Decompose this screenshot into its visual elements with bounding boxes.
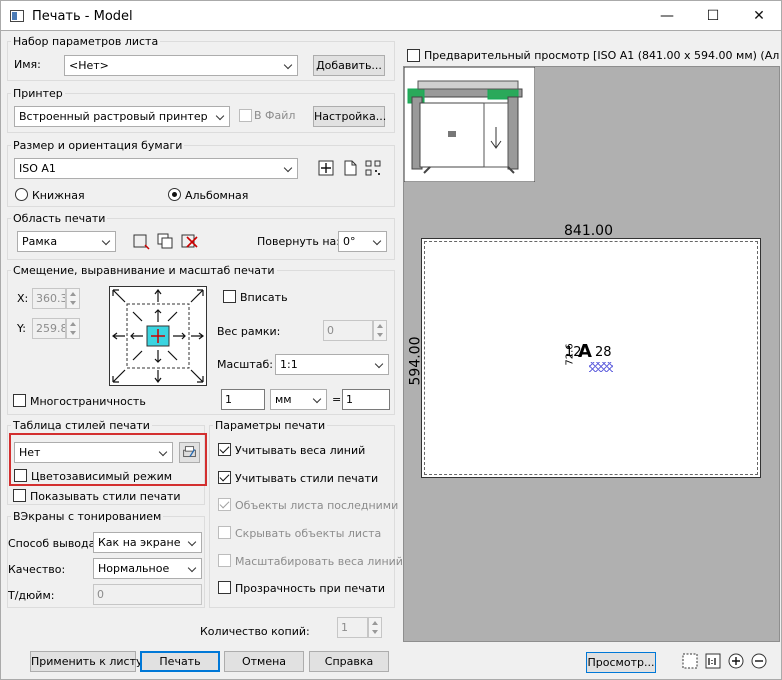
to-file-label: В Файл [254, 109, 296, 122]
x-label: X: [17, 292, 29, 305]
show-styles-label: Показывать стили печати [30, 490, 181, 503]
rotate-select[interactable]: 0° [338, 231, 387, 252]
mark-vertical: 72.6 [564, 343, 576, 366]
y-input[interactable]: 259.87 [32, 318, 66, 339]
scale-label: Масштаб: [217, 358, 273, 371]
pageset-name-label: Имя: [14, 58, 41, 71]
portrait-label: Книжная [32, 189, 85, 202]
color-dependent-checkbox[interactable] [14, 469, 27, 482]
preview-checkbox[interactable] [407, 49, 420, 62]
transparency-label: Прозрачность при печати [235, 582, 385, 595]
fit-checkbox[interactable] [223, 290, 236, 303]
apply-to-sheet-button[interactable]: Применить к листу [30, 651, 142, 672]
cancel-button[interactable]: Отмена [224, 651, 304, 672]
mark-right: 28 [595, 345, 612, 360]
area-select[interactable]: Рамка [17, 231, 116, 252]
scale-select[interactable]: 1:1 [275, 354, 389, 375]
options-group-label: Параметры печати [213, 419, 328, 432]
pageset-group-label: Набор параметров листа [11, 35, 161, 48]
sheet-last-checkbox[interactable] [218, 498, 231, 511]
scale-weights-label: Масштабировать веса линий [235, 555, 403, 568]
plot-styles-label: Учитывать стили печати [235, 472, 379, 485]
line-weights-label: Учитывать веса линий [235, 444, 366, 457]
printer-settings-button[interactable]: Настройка... [313, 106, 386, 127]
paper-size-select[interactable]: ISO A1 [14, 158, 298, 179]
line-weights-checkbox[interactable] [218, 443, 231, 456]
qr-icon[interactable] [364, 159, 382, 177]
alignment-grid[interactable] [109, 286, 207, 386]
delete-window-icon[interactable] [180, 232, 198, 250]
styles-group-label: Таблица стилей печати [11, 419, 152, 432]
scale-value2-input[interactable]: 1 [342, 389, 390, 410]
copy-window-icon[interactable] [156, 232, 174, 250]
frame-weight-label: Вес рамки: [217, 325, 281, 338]
landscape-label: Альбомная [185, 189, 249, 202]
actual-size-icon[interactable] [704, 652, 722, 670]
color-dependent-label: Цветозависимый режим [31, 470, 173, 483]
edit-style-icon[interactable] [179, 442, 200, 463]
print-dialog: Набор параметров листа Имя: <Нет> Добави… [0, 31, 782, 680]
printer-select[interactable]: Встроенный растровый принтер [14, 106, 230, 127]
printer-group-label: Принтер [11, 87, 65, 100]
shaded-group-label: ВЭкраны с тонированием [11, 510, 164, 523]
landscape-radio[interactable] [168, 188, 181, 201]
rotate-label: Повернуть на: [257, 235, 340, 248]
hide-sheet-label: Скрывать объекты листа [235, 527, 382, 540]
zoom-out-icon[interactable] [750, 652, 768, 670]
copies-spinner[interactable] [368, 617, 382, 638]
output-label: Способ вывода: [8, 537, 100, 550]
portrait-radio[interactable] [15, 188, 28, 201]
select-window-icon[interactable] [132, 232, 150, 250]
copies-input[interactable]: 1 [337, 617, 368, 638]
page-icon[interactable] [341, 159, 359, 177]
add-pageset-button[interactable]: Добавить... [313, 55, 385, 76]
mark-a: A [578, 341, 592, 362]
dpi-input[interactable]: 0 [93, 584, 202, 605]
fit-page-icon[interactable] [681, 652, 699, 670]
copies-label: Количество копий: [200, 625, 310, 638]
x-input[interactable]: 360.36 [32, 288, 66, 309]
dpi-label: Т/дюйм: [8, 589, 55, 602]
move-icon[interactable] [317, 159, 335, 177]
fit-label: Вписать [240, 291, 288, 304]
offset-group-label: Смещение, выравнивание и масштаб печати [11, 264, 277, 277]
area-group-label: Область печати [11, 212, 108, 225]
equals-sign: = [332, 393, 342, 406]
show-styles-checkbox[interactable] [13, 489, 26, 502]
frame-weight-spinner[interactable] [373, 320, 387, 341]
preview-width-label: 841.00 [564, 223, 613, 239]
transparency-checkbox[interactable] [218, 581, 231, 594]
unit-select[interactable]: мм [270, 389, 327, 410]
quality-select[interactable]: Нормальное [93, 558, 202, 579]
quality-label: Качество: [8, 563, 66, 576]
multipage-label: Многостраничность [30, 395, 146, 408]
scale-value1-input[interactable]: 1 [221, 389, 265, 410]
hatch-pattern [589, 362, 613, 372]
multipage-checkbox[interactable] [13, 394, 26, 407]
frame-weight-input[interactable]: 0 [323, 320, 373, 341]
to-file-checkbox[interactable] [239, 109, 252, 122]
help-button[interactable]: Справка [309, 651, 389, 672]
plotter-icon [404, 67, 535, 182]
plot-styles-checkbox[interactable] [218, 471, 231, 484]
output-select[interactable]: Как на экране [93, 532, 202, 553]
zoom-in-icon[interactable] [727, 652, 745, 670]
print-button[interactable]: Печать [140, 651, 220, 672]
preview-button[interactable]: Просмотр... [586, 652, 656, 673]
sheet-last-label: Объекты листа последними [235, 499, 399, 512]
scale-weights-checkbox[interactable] [218, 554, 231, 567]
pageset-name-select[interactable]: <Нет> [64, 55, 298, 76]
hide-sheet-checkbox[interactable] [218, 526, 231, 539]
preview-label: Предварительный просмотр [ISO A1 (841.00… [424, 49, 780, 62]
y-spinner[interactable] [66, 318, 80, 339]
x-spinner[interactable] [66, 288, 80, 309]
y-label: Y: [17, 322, 26, 335]
style-table-select[interactable]: Нет [14, 442, 173, 463]
paper-group-label: Размер и ориентация бумаги [11, 139, 185, 152]
